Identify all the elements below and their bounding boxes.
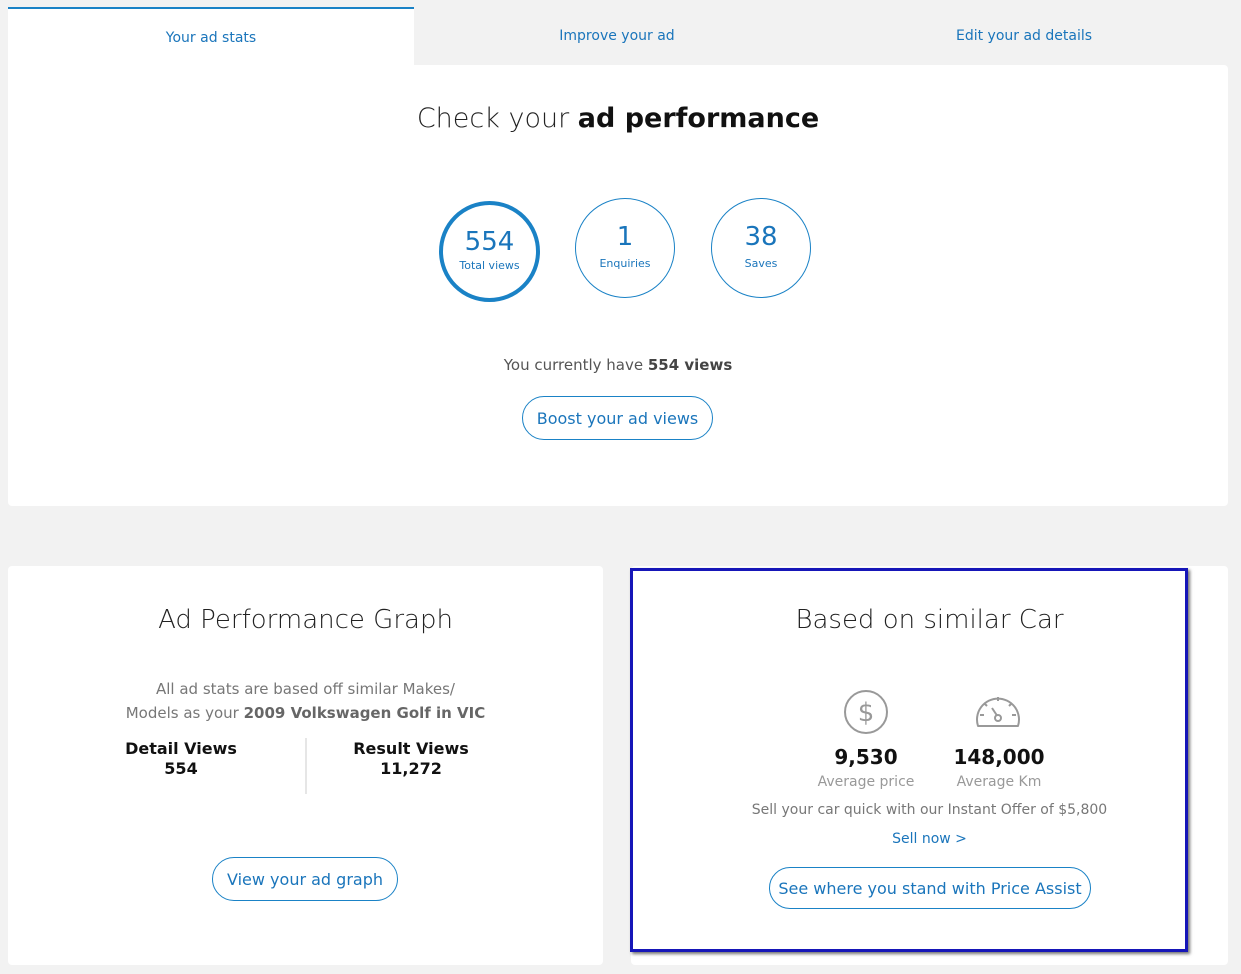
tab-improve-your-ad[interactable]: Improve your ad [414, 7, 820, 65]
average-price-value: 9,530 [834, 745, 898, 769]
graph-card-title: Ad Performance Graph [158, 605, 453, 635]
gauge-icon [974, 689, 1022, 737]
average-km-label: Average Km [956, 774, 1042, 790]
graph-note: All ad stats are based off similar Makes… [8, 677, 603, 725]
detail-views-label: Detail Views [125, 739, 237, 758]
detail-views-stat: Detail Views 554 [81, 739, 281, 779]
average-km-value: 148,000 [953, 745, 1045, 769]
ad-performance-graph-card: Ad Performance Graph All ad stats are ba… [8, 566, 603, 965]
instant-offer-text: Sell your car quick with our Instant Off… [751, 802, 1108, 818]
current-views-prefix: You currently have [503, 356, 648, 374]
detail-views-value: 554 [164, 759, 198, 778]
tab-your-ad-stats[interactable]: Your ad stats [8, 7, 414, 65]
price-assist-button[interactable]: See where you stand with Price Assist [769, 867, 1091, 909]
enquiries-label: Enquiries [599, 257, 651, 270]
dollar-icon: $ [842, 688, 890, 736]
performance-title-prefix: Check your [416, 103, 578, 134]
graph-note-line2: Models as your [125, 704, 244, 722]
current-views-text: You currently have 554 views [8, 356, 1228, 374]
total-views-stat[interactable]: 554 Total views [439, 201, 540, 302]
current-views-count: 554 views [647, 356, 733, 374]
performance-title-bold: ad performance [577, 103, 820, 134]
result-views-value: 11,272 [380, 759, 442, 778]
sell-now-link[interactable]: Sell now > [631, 831, 1228, 847]
average-price-label: Average price [817, 774, 915, 790]
similar-car-title: Based on similar Car [795, 605, 1064, 635]
boost-ad-views-button[interactable]: Boost your ad views [522, 396, 713, 440]
saves-value: 38 [744, 222, 778, 252]
enquiries-value: 1 [616, 222, 634, 252]
graph-note-line1: All ad stats are based off similar Makes… [156, 680, 455, 698]
stats-divider [305, 738, 307, 794]
tab-bar: Your ad stats Improve your ad Edit your … [8, 7, 1228, 65]
view-ad-graph-button[interactable]: View your ad graph [212, 857, 398, 901]
svg-text:$: $ [858, 698, 875, 728]
saves-stat[interactable]: 38 Saves [711, 198, 811, 298]
similar-car-card: Based on similar Car $ 9,530 Average pri… [631, 566, 1228, 965]
result-views-stat: Result Views 11,272 [311, 739, 511, 779]
tab-edit-ad-details[interactable]: Edit your ad details [820, 7, 1228, 65]
total-views-label: Total views [459, 259, 520, 272]
saves-label: Saves [744, 257, 778, 270]
performance-title: Check your ad performance [8, 103, 1228, 134]
enquiries-stat[interactable]: 1 Enquiries [575, 198, 675, 298]
ad-performance-card: Check your ad performance 554 Total view… [8, 65, 1228, 506]
car-model-text: 2009 Volkswagen Golf in VIC [243, 704, 486, 722]
total-views-value: 554 [464, 227, 515, 257]
result-views-label: Result Views [353, 739, 469, 758]
